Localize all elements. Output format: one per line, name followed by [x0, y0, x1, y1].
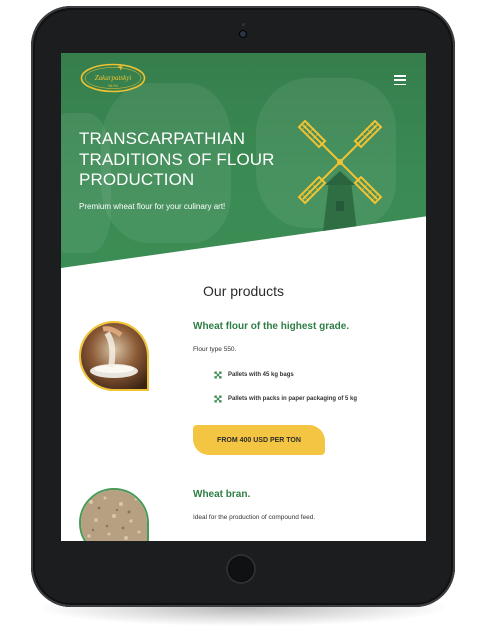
windmill-icon	[297, 119, 383, 231]
product-name: Wheat bran.	[193, 489, 251, 500]
product-feature: Pallets with packs in paper packaging of…	[214, 395, 357, 403]
product-feature-label: Pallets with packs in paper packaging of…	[228, 396, 358, 402]
hero-banner: Zakarpatskyi MLYN TRANSCARPATHIAN TRADIT…	[61, 53, 426, 268]
product-description: Ideal for the production of compound fee…	[193, 514, 316, 521]
product-image-flour	[79, 321, 149, 391]
hero-title: TRANSCARPATHIAN TRADITIONS OF FLOUR PROD…	[79, 129, 299, 191]
product-image-bran	[79, 488, 149, 541]
front-camera	[240, 31, 246, 37]
hero-title-line: TRADITIONS OF FLOUR	[79, 149, 275, 169]
hero-title-line: PRODUCTION	[79, 170, 195, 189]
front-sensor	[242, 23, 245, 26]
hero-subtitle: Premium wheat flour for your culinary ar…	[79, 202, 226, 211]
cross-arrows-icon	[214, 395, 222, 403]
tablet-screen: Zakarpatskyi MLYN TRANSCARPATHIAN TRADIT…	[61, 53, 426, 541]
price-button[interactable]: FROM 400 USD PER TON	[193, 425, 325, 455]
logo-subtext: MLYN	[108, 84, 118, 88]
cross-arrows-icon	[214, 371, 222, 379]
product-name: Wheat flour of the highest grade.	[193, 321, 350, 332]
bran-photo	[81, 490, 147, 541]
hamburger-icon[interactable]	[394, 75, 406, 85]
product-description: Flour type 550.	[193, 346, 237, 353]
product-feature-label: Pallets with 45 kg bags	[228, 372, 294, 378]
flour-photo	[81, 323, 147, 389]
section-title: Our products	[203, 283, 284, 299]
hero-title-line: TRANSCARPATHIAN	[79, 129, 246, 148]
brand-logo[interactable]: Zakarpatskyi MLYN	[80, 63, 146, 93]
product-feature: Pallets with 45 kg bags	[214, 371, 294, 379]
home-button[interactable]	[226, 554, 256, 584]
logo-text: Zakarpatskyi	[95, 74, 132, 82]
